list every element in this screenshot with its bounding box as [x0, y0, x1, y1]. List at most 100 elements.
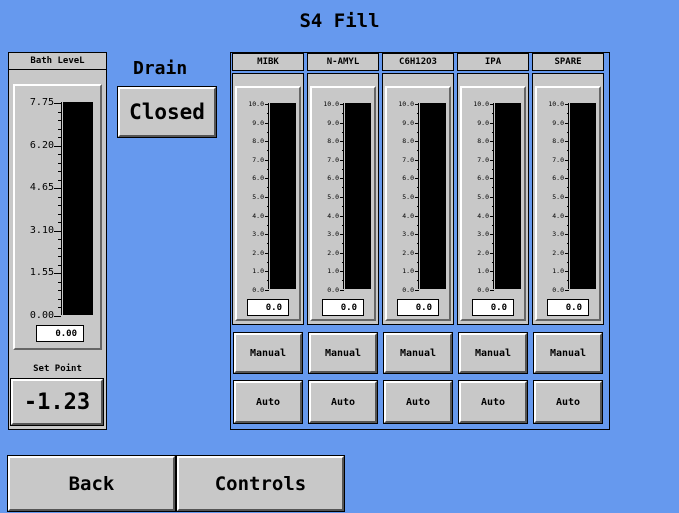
tank-tick-minor: [492, 280, 494, 282]
tank-tick-label: 0.0: [402, 286, 414, 294]
tank-tick-label: 5.0: [477, 193, 489, 201]
tank-tick-label: 2.0: [252, 248, 264, 257]
bath-tick-minor: [58, 162, 61, 164]
controls-button[interactable]: Controls: [176, 455, 345, 512]
tank-tick-minor: [417, 131, 419, 133]
tank-tick-mark: [490, 178, 494, 180]
bath-level-bar: [63, 102, 93, 315]
tank-tick-label: 1.0: [402, 267, 414, 276]
tank-tick-label: 10.0: [323, 100, 339, 108]
bath-tick-minor: [58, 213, 61, 215]
tank-level-bar: [345, 103, 371, 289]
setpoint-button[interactable]: -1.23: [10, 378, 104, 426]
tank-tick-label: 6.0: [552, 174, 564, 183]
tank-tick-mark: [490, 215, 494, 217]
drain-toggle-button[interactable]: Closed: [117, 86, 217, 138]
bath-tick-mark: [54, 273, 61, 274]
tank-tick-mark: [415, 252, 419, 254]
tank-tick-minor: [342, 206, 344, 207]
tank-tick-label: 2.0: [477, 248, 489, 257]
tank-tick-label: 6.0: [402, 174, 414, 183]
tank-tick-mark: [340, 290, 344, 291]
tank-level-bar: [495, 103, 521, 289]
tank-tick-minor: [492, 261, 494, 263]
tank-tick-mark: [265, 141, 269, 143]
tank-auto-button[interactable]: Auto: [458, 380, 528, 424]
tank-tick-label: 7.0: [402, 155, 414, 164]
bath-tick-minor: [58, 281, 61, 283]
bath-tick-minor: [58, 298, 61, 300]
tank-manual-button[interactable]: Manual: [383, 332, 453, 374]
bath-tick-mark: [54, 188, 61, 189]
tank-tick-minor: [267, 280, 269, 282]
tank-tick-minor: [567, 280, 569, 282]
tank-tick-mark: [340, 197, 344, 198]
bath-tick-minor: [58, 171, 61, 172]
tank-label: IPA: [457, 53, 529, 71]
tank-tick-minor: [342, 261, 344, 263]
tank-tick-mark: [490, 290, 494, 291]
tank-tick-minor: [567, 224, 569, 226]
tank-tick-mark: [565, 271, 569, 273]
tank-tick-label: 9.0: [552, 118, 564, 127]
tank-tick-mark: [415, 215, 419, 217]
tank-manual-button[interactable]: Manual: [458, 332, 528, 374]
tank-tick-label: 6.0: [477, 174, 489, 183]
tank-tick-minor: [267, 131, 269, 133]
tank-tick-minor: [567, 261, 569, 263]
tank-value: 0.0: [322, 299, 364, 316]
tank-tick-label: 9.0: [402, 118, 414, 127]
bath-tick-minor: [58, 290, 61, 291]
tank-auto-button[interactable]: Auto: [383, 380, 453, 424]
tank-tick-label: 3.0: [327, 230, 339, 239]
tank-tick-minor: [342, 224, 344, 226]
tank-tick-mark: [265, 290, 269, 291]
tank-auto-button[interactable]: Auto: [233, 380, 303, 424]
tank-level-bar: [420, 103, 446, 289]
tank-tick-label: 4.0: [252, 211, 264, 220]
bath-tick-mark: [54, 315, 61, 317]
bath-tick-minor: [58, 307, 61, 308]
tank-tick-minor: [567, 113, 569, 114]
tank-tick-minor: [417, 280, 419, 282]
tank-tick-label: 4.0: [327, 211, 339, 220]
tank-tick-minor: [342, 280, 344, 282]
bath-tick-minor: [58, 239, 61, 240]
tank-tick-label: 0.0: [477, 286, 489, 294]
tank-tick-label: 3.0: [252, 230, 264, 239]
tank-label: N-AMYL: [307, 53, 379, 71]
tank-tick-label: 5.0: [327, 193, 339, 201]
tank-tick-label: 9.0: [477, 118, 489, 127]
tank-tick-label: 5.0: [552, 193, 564, 201]
tank-tick-mark: [340, 215, 344, 217]
bath-tick-minor: [58, 196, 61, 198]
tank-tick-mark: [565, 159, 569, 161]
tank-tick-minor: [267, 150, 269, 152]
tank-tick-label: 2.0: [327, 248, 339, 257]
tank-manual-button[interactable]: Manual: [533, 332, 603, 374]
tank-tick-minor: [492, 224, 494, 226]
tank-tick-label: 4.0: [477, 211, 489, 220]
back-button[interactable]: Back: [7, 455, 176, 512]
tank-value: 0.0: [472, 299, 514, 316]
tank-tick-mark: [265, 215, 269, 217]
bath-tick-minor: [58, 179, 61, 181]
tank-manual-button[interactable]: Manual: [308, 332, 378, 374]
tank-tick-minor: [417, 261, 419, 263]
tank-tick-mark: [415, 290, 419, 291]
tank-tick-mark: [415, 159, 419, 161]
tank-tick-mark: [340, 104, 344, 105]
tank-auto-button[interactable]: Auto: [308, 380, 378, 424]
tank-tick-mark: [565, 122, 569, 124]
tank-level-bar: [270, 103, 296, 289]
tank-label: MIBK: [232, 53, 304, 71]
tank-tick-mark: [565, 104, 569, 105]
tank-tick-label: 7.0: [327, 155, 339, 164]
tank-manual-button[interactable]: Manual: [233, 332, 303, 374]
tank-tick-label: 5.0: [252, 193, 264, 201]
tank-tick-mark: [340, 141, 344, 143]
tank-tick-mark: [340, 122, 344, 124]
tank-tick-label: 2.0: [402, 248, 414, 257]
tank-auto-button[interactable]: Auto: [533, 380, 603, 424]
tank-tick-label: 0.0: [327, 286, 339, 294]
